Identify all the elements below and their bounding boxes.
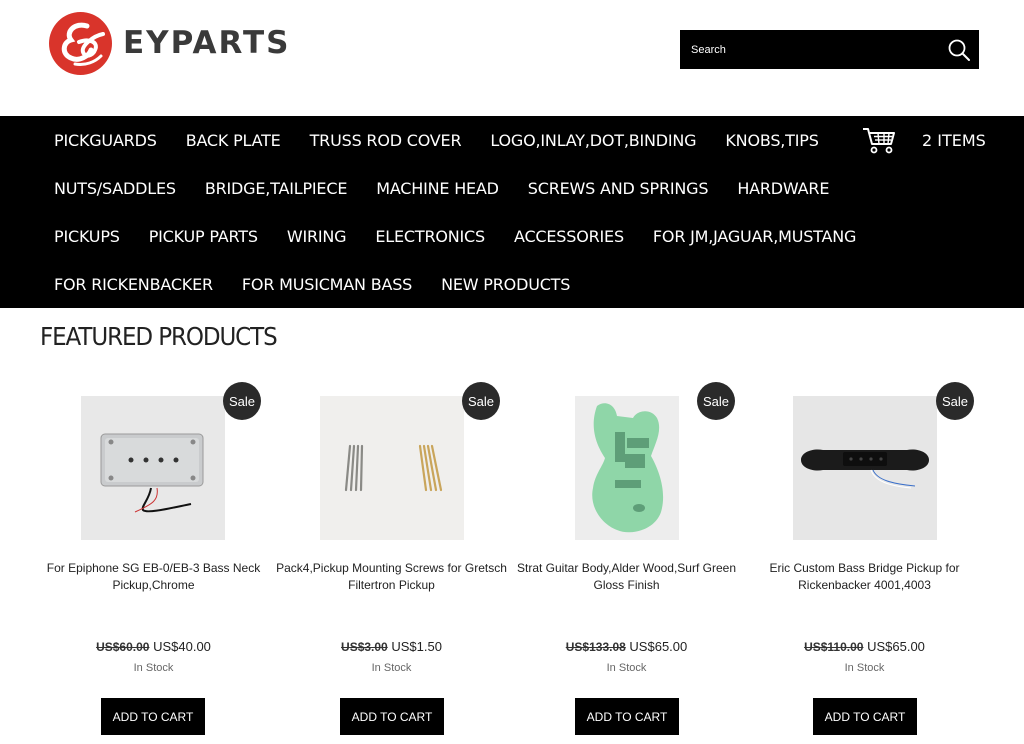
product-card: Sale Pack4,Pickup Mounting Screws for Gr…	[272, 380, 511, 740]
nav-item-musicman-bass[interactable]: FOR MUSICMAN BASS	[242, 275, 412, 294]
nav-item-electronics[interactable]: ELECTRONICS	[375, 227, 485, 246]
original-price: US$3.00	[341, 640, 388, 654]
sale-price: US$1.50	[391, 639, 442, 654]
nav-item-pickup-parts[interactable]: PICKUP PARTS	[149, 227, 258, 246]
nav-item-logo-inlay[interactable]: LOGO,INLAY,DOT,BINDING	[490, 131, 696, 150]
stock-status: In Stock	[844, 662, 885, 674]
shopping-cart-icon	[863, 128, 895, 154]
product-image[interactable]	[81, 396, 225, 540]
original-price: US$133.08	[565, 640, 626, 654]
logo-text: EYPARTS	[123, 25, 291, 61]
nav-row-1: PICKGUARDS BACK PLATE TRUSS ROD COVER LO…	[54, 116, 848, 164]
stock-status: In Stock	[133, 662, 174, 674]
nav-item-new-products[interactable]: NEW PRODUCTS	[441, 275, 570, 294]
product-card: Sale For Epiphone SG EB-0/EB-3 Bass Neck…	[34, 380, 273, 740]
logo-mark-icon	[49, 11, 112, 75]
product-price: US$3.00 US$1.50	[272, 639, 511, 654]
product-price: US$133.08 US$65.00	[507, 639, 746, 654]
search-input[interactable]	[680, 43, 930, 56]
nav-item-truss-rod-cover[interactable]: TRUSS ROD COVER	[310, 131, 462, 150]
sale-badge: Sale	[936, 382, 974, 420]
sale-badge: Sale	[697, 382, 735, 420]
product-card: Sale Eric Custom Bass Bridge Pickup for …	[745, 380, 984, 740]
product-name[interactable]: Pack4,Pickup Mounting Screws for Gretsch…	[272, 560, 511, 594]
add-to-cart-button[interactable]: ADD TO CART	[101, 698, 205, 735]
add-to-cart-button[interactable]: ADD TO CART	[575, 698, 679, 735]
sale-price: US$65.00	[867, 639, 925, 654]
main-navigation: PICKGUARDS BACK PLATE TRUSS ROD COVER LO…	[0, 116, 1024, 308]
product-card: Sale Strat Guitar Body,Alder Wood,Surf G…	[507, 380, 746, 740]
add-to-cart-button[interactable]: ADD TO CART	[340, 698, 444, 735]
product-name[interactable]: For Epiphone SG EB-0/EB-3 Bass Neck Pick…	[34, 560, 273, 594]
product-image[interactable]	[575, 396, 679, 540]
nav-item-jm-jaguar-mustang[interactable]: FOR JM,JAGUAR,MUSTANG	[653, 227, 856, 246]
stock-status: In Stock	[371, 662, 412, 674]
product-image[interactable]	[320, 396, 464, 540]
product-name[interactable]: Eric Custom Bass Bridge Pickup for Ricke…	[745, 560, 984, 594]
product-price: US$110.00 US$65.00	[745, 639, 984, 654]
cart-link[interactable]: 2 ITEMS	[862, 124, 986, 156]
nav-item-back-plate[interactable]: BACK PLATE	[186, 131, 281, 150]
original-price: US$60.00	[96, 640, 150, 654]
nav-item-pickups[interactable]: PICKUPS	[54, 227, 120, 246]
sale-price: US$65.00	[629, 639, 688, 654]
nav-item-screws-springs[interactable]: SCREWS AND SPRINGS	[528, 179, 709, 198]
featured-products-title: FEATURED PRODUCTS	[40, 322, 278, 351]
nav-item-wiring[interactable]: WIRING	[287, 227, 347, 246]
site-logo[interactable]: EYPARTS	[49, 11, 290, 75]
sale-price: US$40.00	[153, 639, 211, 654]
product-name[interactable]: Strat Guitar Body,Alder Wood,Surf Green …	[507, 560, 746, 594]
original-price: US$110.00	[804, 640, 864, 654]
nav-item-bridge-tailpiece[interactable]: BRIDGE,TAILPIECE	[205, 179, 348, 198]
nav-item-rickenbacker[interactable]: FOR RICKENBACKER	[54, 275, 213, 294]
nav-item-hardware[interactable]: HARDWARE	[737, 179, 829, 198]
nav-row-4: FOR RICKENBACKER FOR MUSICMAN BASS NEW P…	[54, 260, 599, 308]
nav-item-nuts-saddles[interactable]: NUTS/SADDLES	[54, 179, 176, 198]
nav-item-accessories[interactable]: ACCESSORIES	[514, 227, 624, 246]
nav-row-3: PICKUPS PICKUP PARTS WIRING ELECTRONICS …	[54, 212, 885, 260]
sale-badge: Sale	[462, 382, 500, 420]
cart-item-count: 2 ITEMS	[922, 130, 986, 150]
nav-item-knobs-tips[interactable]: KNOBS,TIPS	[725, 131, 818, 150]
sale-badge: Sale	[223, 382, 261, 420]
search-icon[interactable]	[947, 38, 971, 62]
site-header: EYPARTS	[0, 0, 1024, 116]
nav-item-pickguards[interactable]: PICKGUARDS	[54, 131, 157, 150]
nav-row-2: NUTS/SADDLES BRIDGE,TAILPIECE MACHINE HE…	[54, 164, 858, 212]
stock-status: In Stock	[606, 662, 647, 674]
search-bar	[680, 30, 979, 69]
product-price: US$60.00 US$40.00	[34, 639, 273, 654]
product-image[interactable]	[793, 396, 937, 540]
nav-item-machine-head[interactable]: MACHINE HEAD	[376, 179, 499, 198]
add-to-cart-button[interactable]: ADD TO CART	[813, 698, 917, 735]
